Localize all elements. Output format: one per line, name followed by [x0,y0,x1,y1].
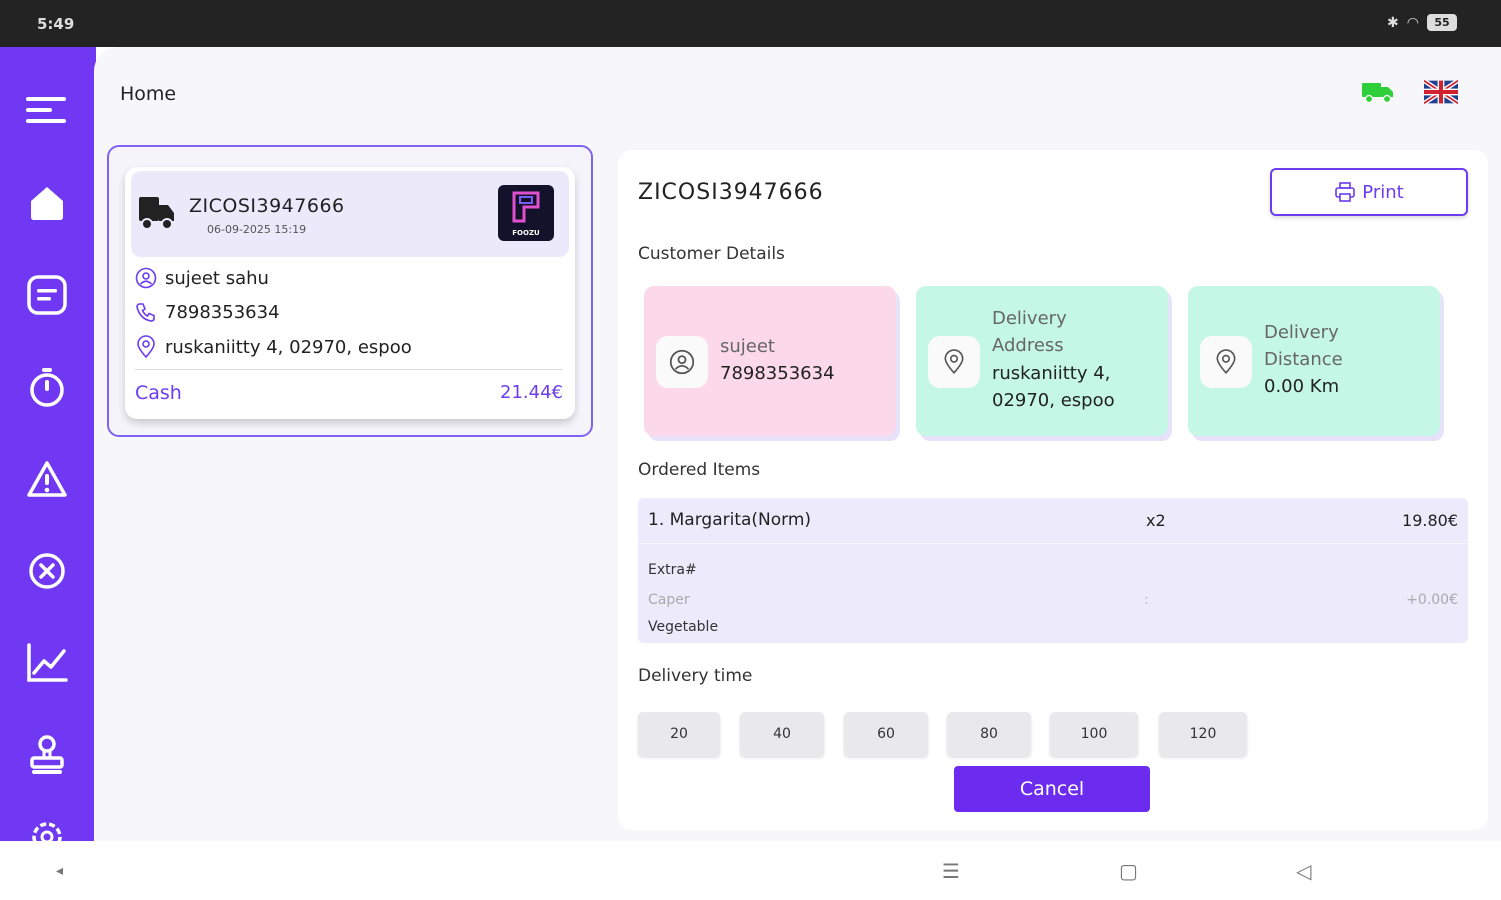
location-icon [137,335,155,359]
customer-phone: 7898353634 [720,363,835,384]
detail-order-id: ZICOSI3947666 [638,180,824,205]
delivery-time-heading: Delivery time [638,666,753,686]
order-detail-panel: ZICOSI3947666 Print Customer Details suj… [618,150,1488,830]
address: ruskaniitty 4, 02970, espoo [165,336,412,358]
payment-method: Cash [135,382,182,404]
wifi-icon: ◠ [1406,14,1419,31]
item-name: 1. Margarita(Norm) [648,510,812,530]
ordered-items-heading: Ordered Items [638,460,761,480]
location-icon [928,336,980,388]
distance-label-1: Delivery [1264,322,1339,343]
phone-row: 7898353634 [135,301,280,323]
clock: 5:49 [37,15,75,33]
logo-text: FOOZU [512,229,540,237]
bluetooth-icon: ✱ [1387,14,1399,31]
sidebar [0,47,96,841]
home-icon[interactable] [24,180,70,226]
delivery-time-120[interactable]: 120 [1159,712,1247,756]
restaurant-logo: FOOZU [498,185,554,241]
delivery-address-card: Delivery Address ruskaniitty 4, 02970, e… [916,286,1168,436]
divider [135,369,563,370]
delivery-time-80[interactable]: 80 [947,712,1031,756]
warning-icon[interactable] [24,456,70,502]
list-item: 1. Margarita(Norm) x2 19.80€ [638,498,1468,544]
delivery-distance-card: Delivery Distance 0.00 Km [1188,286,1440,436]
address-label-2: Address [992,335,1064,356]
phone-icon [136,303,155,322]
status-bar: 5:49 ✱ ◠ 55 [0,0,1501,47]
customer-name: sujeet sahu [165,267,269,289]
address-row: ruskaniitty 4, 02970, espoo [135,335,412,359]
delivery-time-60[interactable]: 60 [844,712,928,756]
customer-name-row: sujeet sahu [135,267,269,289]
back-small-icon[interactable]: ◂ [56,863,63,879]
extra-price: +0.00€ [1406,592,1458,608]
address-value-1: ruskaniitty 4, [992,363,1111,384]
truck-icon[interactable] [1362,80,1394,108]
page-title: Home [120,83,177,105]
user-icon [656,336,708,388]
home-nav-icon[interactable]: ▢ [1119,859,1138,883]
extra-separator: : [1144,592,1149,608]
chart-icon[interactable] [24,640,70,686]
customer-card: sujeet 7898353634 [644,286,896,436]
settings-icon[interactable] [24,817,70,841]
extra-name: Caper [648,592,690,608]
timer-icon[interactable] [24,364,70,410]
battery-icon: 55 [1427,14,1457,31]
cancel-button[interactable]: Cancel [954,766,1150,812]
main-content: Home ZICOSI3947666 06-09-2025 15:19 FOOZ… [94,47,1501,841]
item-quantity: x2 [1146,511,1166,530]
distance-label-2: Distance [1264,349,1343,370]
customer-first-name: sujeet [720,336,775,357]
location-icon [1200,336,1252,388]
navigation-bar: ◂ ☰ ▢ ◁ [0,841,1501,900]
extras-label: Extra# [648,562,697,578]
print-button[interactable]: Print [1270,168,1468,216]
print-label: Print [1362,181,1404,203]
address-label-1: Delivery [992,308,1067,329]
address-value-2: 02970, espoo [992,390,1115,411]
menu-icon[interactable] [24,87,70,133]
delivery-truck-icon [137,195,177,235]
order-id: ZICOSI3947666 [189,195,345,217]
cancel-circle-icon[interactable] [24,548,70,594]
uk-flag-icon[interactable] [1422,78,1460,106]
delivery-time-40[interactable]: 40 [740,712,824,756]
recents-icon[interactable]: ☰ [942,859,960,883]
order-card-header: ZICOSI3947666 06-09-2025 15:19 FOOZU [131,171,569,257]
user-icon [135,267,157,289]
ordered-items-list: 1. Margarita(Norm) x2 19.80€ Extra# Cape… [638,498,1468,643]
printer-icon [1335,182,1356,202]
extra-category: Vegetable [648,619,719,635]
system-icons: ✱ ◠ 55 [1387,14,1457,31]
stamp-icon[interactable] [24,732,70,778]
delivery-time-100[interactable]: 100 [1050,712,1138,756]
delivery-time-20[interactable]: 20 [638,712,720,756]
orders-icon[interactable] [24,272,70,318]
distance-value: 0.00 Km [1264,376,1340,397]
order-list: ZICOSI3947666 06-09-2025 15:19 FOOZU suj… [107,145,593,437]
phone-number: 7898353634 [165,301,280,323]
item-price: 19.80€ [1402,511,1458,530]
back-icon[interactable]: ◁ [1296,859,1311,883]
customer-details-heading: Customer Details [638,244,785,264]
order-total: 21.44€ [500,382,563,403]
order-datetime: 06-09-2025 15:19 [207,223,307,236]
order-card[interactable]: ZICOSI3947666 06-09-2025 15:19 FOOZU suj… [125,167,575,419]
